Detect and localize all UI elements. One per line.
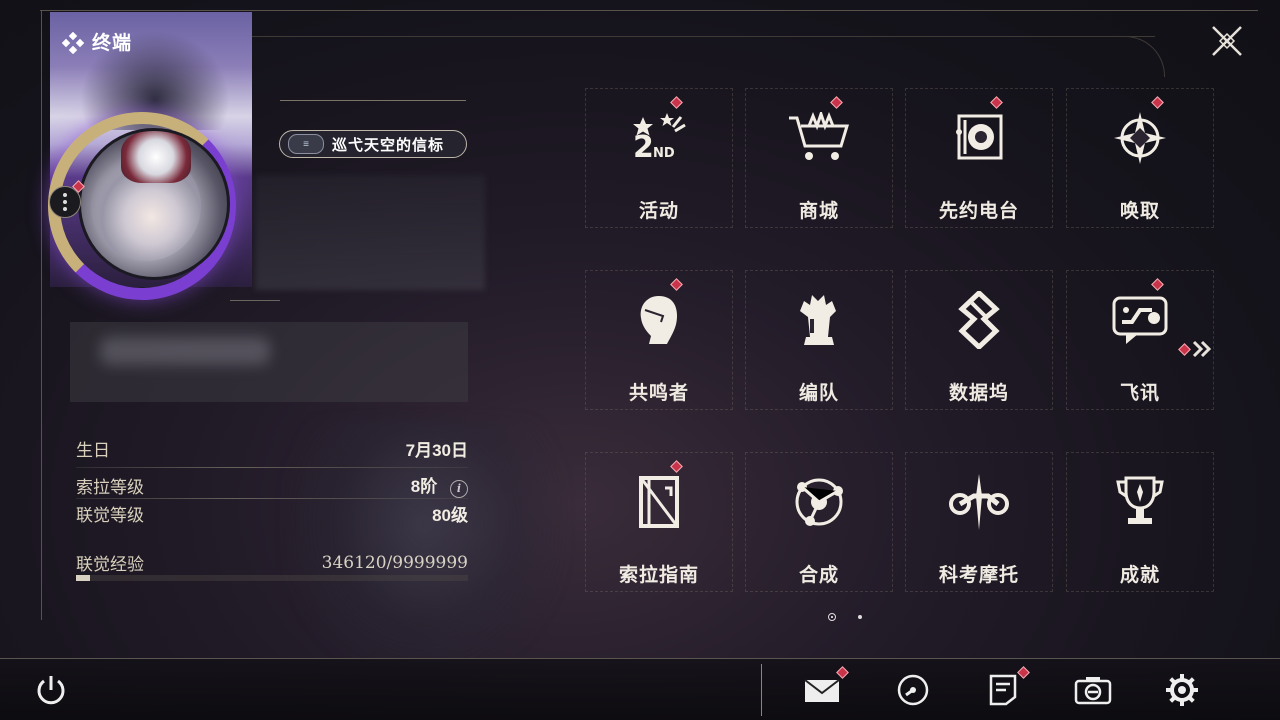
union-level-label: 联觉等级 <box>76 506 144 525</box>
frame-corner <box>1120 36 1165 77</box>
union-exp-bar-fill <box>76 575 90 581</box>
info-icon[interactable]: i <box>450 480 468 498</box>
stat-divider <box>76 467 468 468</box>
card-underline <box>230 300 280 301</box>
next-page-button[interactable] <box>1178 340 1213 358</box>
menu-item-3[interactable]: 唤取 <box>1060 88 1220 240</box>
next-page-badge <box>1178 342 1191 356</box>
sola-level-value: 8阶 <box>410 477 438 496</box>
union-exp-label: 联觉经验 <box>76 555 144 574</box>
dot <box>63 207 67 211</box>
event-2nd-anniversary-icon: 2 ND <box>624 108 694 168</box>
sola-level-row: 索拉等级 8阶 i <box>76 472 468 498</box>
avatar-mask <box>121 131 191 183</box>
menu-item-label: 商城 <box>798 201 839 222</box>
menu-item-6[interactable]: 数据坞 <box>899 270 1059 422</box>
menu-item-label: 索拉指南 <box>618 565 699 586</box>
notice-button[interactable] <box>983 666 1030 710</box>
terminal-diamond-icon <box>61 31 85 54</box>
title-badge-text: 巡弋天空的信标 <box>332 136 445 154</box>
menu-item-label: 共鸣者 <box>628 383 689 404</box>
menu-item-label: 科考摩托 <box>938 565 1019 586</box>
menu-item-11[interactable]: 成就 <box>1060 452 1220 604</box>
menu-item-5[interactable]: 编队 <box>739 270 899 422</box>
menu-item-10[interactable]: 科考摩托 <box>899 452 1059 604</box>
avatar[interactable] <box>78 128 230 280</box>
mail-button[interactable] <box>802 666 849 710</box>
menu-item-label: 唤取 <box>1119 201 1160 222</box>
page-dot-1[interactable] <box>828 613 836 621</box>
convene-compass-icon <box>1105 108 1175 168</box>
chess-team-icon <box>784 290 854 350</box>
svg-text:ND: ND <box>653 146 675 161</box>
menu-item-1[interactable]: 商城 <box>739 88 899 240</box>
power-button[interactable] <box>31 670 71 710</box>
dot <box>63 193 67 197</box>
union-level-value: 80级 <box>432 506 468 525</box>
history-button[interactable] <box>893 670 933 710</box>
page-dot-2[interactable] <box>858 615 862 619</box>
menu-item-8[interactable]: 索拉指南 <box>579 452 739 604</box>
data-bank-icon <box>944 290 1014 350</box>
svg-text:2: 2 <box>633 130 654 165</box>
birthday-label: 生日 <box>76 441 110 460</box>
settings-button[interactable] <box>1162 670 1202 710</box>
camera-icon <box>1074 677 1112 705</box>
menu-item-label: 编队 <box>798 383 839 404</box>
frame-line-left <box>41 10 42 620</box>
union-exp-value: 346120/9999999 <box>321 552 468 573</box>
title-emblem-icon: ≡ <box>288 134 324 154</box>
menu-item-label: 活动 <box>638 201 679 222</box>
notice-icon <box>989 674 1017 706</box>
sola-level-label: 索拉等级 <box>76 477 144 497</box>
mail-icon <box>804 679 840 702</box>
trophy-icon <box>1105 472 1175 532</box>
close-button[interactable] <box>1208 22 1246 60</box>
motorbike-icon <box>944 472 1014 532</box>
pagination-dots <box>828 613 862 621</box>
birthday-row: 生日 7月30日 <box>76 436 468 461</box>
name-area-blurred <box>255 175 485 290</box>
menu-item-4[interactable]: 共鸣者 <box>579 270 739 422</box>
shop-basket-icon <box>784 108 854 168</box>
synthesis-icon <box>784 472 854 532</box>
resonator-portrait-icon <box>624 290 694 350</box>
stat-divider <box>76 498 468 499</box>
union-level-row: 联觉等级 80级 <box>76 501 468 526</box>
menu-item-0[interactable]: 2 ND 活动 <box>579 88 739 240</box>
menu-item-9[interactable]: 合成 <box>739 452 899 604</box>
photo-button[interactable] <box>1073 670 1113 710</box>
double-chevron-right-icon <box>1192 340 1212 358</box>
radio-pass-icon <box>944 108 1014 168</box>
menu-item-label: 数据坞 <box>948 383 1009 404</box>
union-exp-row: 联觉经验 346120/9999999 <box>76 550 468 575</box>
menu-item-2[interactable]: 先约电台 <box>899 88 1059 240</box>
title-divider <box>280 100 466 101</box>
terminal-title: 终端 <box>92 33 133 54</box>
frame-line-top <box>40 10 1258 11</box>
clock-icon <box>897 674 929 706</box>
gear-icon <box>1166 674 1198 706</box>
terminal-header: 终端 <box>61 28 133 55</box>
signature-area-blurred <box>70 322 468 402</box>
dot <box>63 200 67 204</box>
sola-level-value-wrap: 8阶 i <box>411 472 468 498</box>
message-chat-icon <box>1105 290 1175 350</box>
frame-line-inner <box>250 36 1155 37</box>
menu-item-label: 成就 <box>1119 565 1160 586</box>
union-exp-bar <box>76 575 468 581</box>
title-badge[interactable]: ≡ 巡弋天空的信标 <box>279 130 467 158</box>
menu-item-label: 合成 <box>798 565 839 586</box>
menu-item-label: 飞讯 <box>1119 383 1160 404</box>
bottom-divider <box>761 664 762 716</box>
birthday-value: 7月30日 <box>405 441 468 460</box>
power-icon <box>37 676 65 705</box>
menu-item-label: 先约电台 <box>938 201 1019 222</box>
close-icon <box>1212 26 1242 56</box>
guidebook-icon <box>624 472 694 532</box>
